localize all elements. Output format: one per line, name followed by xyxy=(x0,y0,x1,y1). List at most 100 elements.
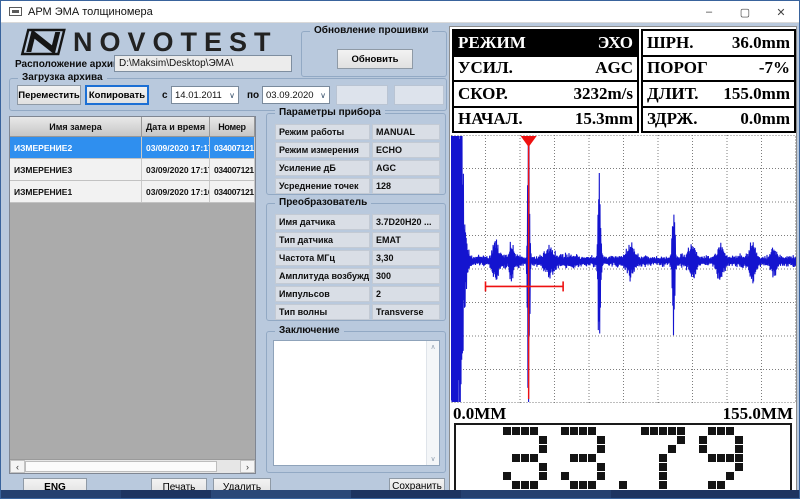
measurement-number: 0340071219 xyxy=(210,137,255,158)
transducer-param-value[interactable]: 300 xyxy=(372,268,440,284)
conclusion-text[interactable] xyxy=(274,341,426,465)
column-header-2[interactable]: Дата и время xyxy=(142,117,210,137)
copy-button[interactable]: Копировать xyxy=(85,85,149,105)
waveform-plot[interactable] xyxy=(451,135,796,403)
app-icon xyxy=(9,7,22,16)
measurement-table: Имя замераДата и времяНомер ИЗМЕРЕНИЕ203… xyxy=(9,116,256,474)
transducer-param-value[interactable]: Transverse xyxy=(372,304,440,320)
transducer-param-row: Имя датчика3.7D20H20 ... xyxy=(275,214,440,230)
device-params-group-label: Параметры прибора xyxy=(275,107,385,118)
archive-path-field[interactable]: D:\Maksim\Desktop\ЭМА\ xyxy=(114,55,292,72)
dot-matrix-char xyxy=(619,427,628,490)
scope-param-row[interactable]: ДЛИТ.155.0mm xyxy=(643,82,794,108)
conclusion-textarea[interactable]: ∧ ∨ xyxy=(273,340,440,466)
column-header-1[interactable]: Имя замера xyxy=(10,117,142,137)
vertical-scrollbar[interactable]: ∧ ∨ xyxy=(426,341,439,465)
device-param-row: Усреднение точек128 xyxy=(275,178,440,194)
measurement-datetime: 03/09/2020 17:16 xyxy=(142,181,210,202)
measurement-number: 0340071219 xyxy=(210,181,255,202)
conclusion-group-label: Заключение xyxy=(275,325,344,336)
scope-param-value: 36.0mm xyxy=(732,33,790,53)
svg-text:NOVOTEST: NOVOTEST xyxy=(73,27,278,57)
scroll-down-icon[interactable]: ∨ xyxy=(430,453,435,465)
scope-param-label: ДЛИТ. xyxy=(647,84,698,104)
scope-param-value: -7% xyxy=(759,58,790,78)
close-button[interactable]: ✕ xyxy=(763,1,799,23)
dot-matrix-char xyxy=(641,427,686,490)
novotest-logo: NOVOTEST xyxy=(17,27,307,57)
move-button[interactable]: Переместить xyxy=(17,85,81,105)
measurement-number: 0340071219 xyxy=(210,159,255,180)
scope-param-label: НАЧАЛ. xyxy=(458,109,523,129)
scroll-right-icon[interactable]: › xyxy=(240,460,255,473)
x-axis-min-label: 0.0MM xyxy=(453,404,506,424)
transducer-param-label: Амплитуда возбужде... xyxy=(275,268,370,284)
conclusion-group: Заключение ∧ ∨ xyxy=(266,331,446,473)
device-param-value[interactable]: MANUAL xyxy=(372,124,440,140)
device-param-label: Усиление дБ xyxy=(275,160,370,176)
scope-param-row[interactable]: УСИЛ.AGC xyxy=(454,57,637,83)
load-archive-group-label: Загрузка архива xyxy=(18,72,107,83)
scope-param-label: ШРН. xyxy=(647,33,694,53)
transducer-param-row: Тип датчикаEMAT xyxy=(275,232,440,248)
column-header-3[interactable]: Номер xyxy=(210,117,255,137)
maximize-button[interactable]: ▢ xyxy=(727,1,763,23)
device-param-value[interactable]: ECHO xyxy=(372,142,440,158)
title-bar: АРМ ЭМА толщиномера – ▢ ✕ xyxy=(1,1,799,23)
transducer-group-label: Преобразователь xyxy=(275,197,371,208)
measurement-table-header: Имя замераДата и времяНомер xyxy=(10,117,255,137)
scope-param-label: СКОР. xyxy=(458,84,508,104)
scroll-left-icon[interactable]: ‹ xyxy=(10,460,25,473)
scope-panel: РЕЖИМЭХОУСИЛ.AGCСКОР.3232m/sНАЧАЛ.15.3mm… xyxy=(449,26,797,495)
transducer-param-label: Тип волны xyxy=(275,304,370,320)
firmware-group-label: Обновление прошивки xyxy=(310,25,432,36)
scope-param-row[interactable]: ЗДРЖ.0.0mm xyxy=(643,108,794,132)
dot-matrix-char xyxy=(561,427,606,490)
minimize-button[interactable]: – xyxy=(691,1,727,23)
device-params-group: Параметры прибора Режим работыMANUALРежи… xyxy=(266,113,446,195)
date-to-select[interactable]: 03.09.2020 ∨ xyxy=(262,86,330,104)
disabled-field-1 xyxy=(336,85,388,105)
table-row[interactable]: ИЗМЕРЕНИЕ203/09/2020 17:170340071219 xyxy=(10,137,255,159)
table-row[interactable]: ИЗМЕРЕНИЕ103/09/2020 17:160340071219 xyxy=(10,181,255,203)
scope-param-row[interactable]: СКОР.3232m/s xyxy=(454,82,637,108)
date-to-label: по xyxy=(247,90,259,101)
taskbar[interactable] xyxy=(1,490,799,498)
scope-params-left: РЕЖИМЭХОУСИЛ.AGCСКОР.3232m/sНАЧАЛ.15.3mm xyxy=(452,29,639,133)
scope-param-row[interactable]: РЕЖИМЭХО xyxy=(454,31,637,57)
measurement-name: ИЗМЕРЕНИЕ3 xyxy=(10,159,142,180)
device-param-label: Режим измерения xyxy=(275,142,370,158)
update-firmware-button[interactable]: Обновить xyxy=(337,49,413,69)
measurement-datetime: 03/09/2020 17:17 xyxy=(142,137,210,158)
measurement-name: ИЗМЕРЕНИЕ2 xyxy=(10,137,142,158)
scope-param-row[interactable]: НАЧАЛ.15.3mm xyxy=(454,108,637,132)
measurement-table-empty-area xyxy=(10,203,255,459)
scrollbar-thumb[interactable] xyxy=(25,461,217,472)
transducer-param-value[interactable]: EMAT xyxy=(372,232,440,248)
device-param-label: Режим работы xyxy=(275,124,370,140)
scope-param-label: РЕЖИМ xyxy=(458,33,526,53)
device-param-value[interactable]: 128 xyxy=(372,178,440,194)
transducer-param-value[interactable]: 3,30 xyxy=(372,250,440,266)
transducer-param-value[interactable]: 3.7D20H20 ... xyxy=(372,214,440,230)
transducer-param-label: Имя датчика xyxy=(275,214,370,230)
app-window: АРМ ЭМА толщиномера – ▢ ✕ NOVOTEST Распо… xyxy=(0,0,800,499)
scope-param-row[interactable]: ШРН. 36.0mm xyxy=(643,31,794,57)
table-row[interactable]: ИЗМЕРЕНИЕ303/09/2020 17:170340071219 xyxy=(10,159,255,181)
thickness-reading-display xyxy=(454,423,792,493)
scope-param-value: AGC xyxy=(595,58,633,78)
scope-param-label: ПОРОГ xyxy=(647,58,708,78)
date-from-label: с xyxy=(162,90,168,101)
date-from-select[interactable]: 14.01.2011 ∨ xyxy=(171,86,239,104)
transducer-param-row: Импульсов2 xyxy=(275,286,440,302)
scroll-up-icon[interactable]: ∧ xyxy=(430,341,435,353)
device-param-value[interactable]: AGC xyxy=(372,160,440,176)
scope-param-row[interactable]: ПОРОГ -7% xyxy=(643,57,794,83)
date-from-value: 14.01.2011 xyxy=(175,90,222,101)
transducer-param-row: Частота МГц3,30 xyxy=(275,250,440,266)
transducer-param-label: Частота МГц xyxy=(275,250,370,266)
scope-params-right: ШРН. 36.0mm ПОРОГ -7% ДЛИТ.155.0mmЗДРЖ.0.0mm xyxy=(641,29,796,133)
horizontal-scrollbar[interactable]: ‹ › xyxy=(10,459,255,473)
chevron-down-icon: ∨ xyxy=(320,91,326,100)
transducer-param-value[interactable]: 2 xyxy=(372,286,440,302)
